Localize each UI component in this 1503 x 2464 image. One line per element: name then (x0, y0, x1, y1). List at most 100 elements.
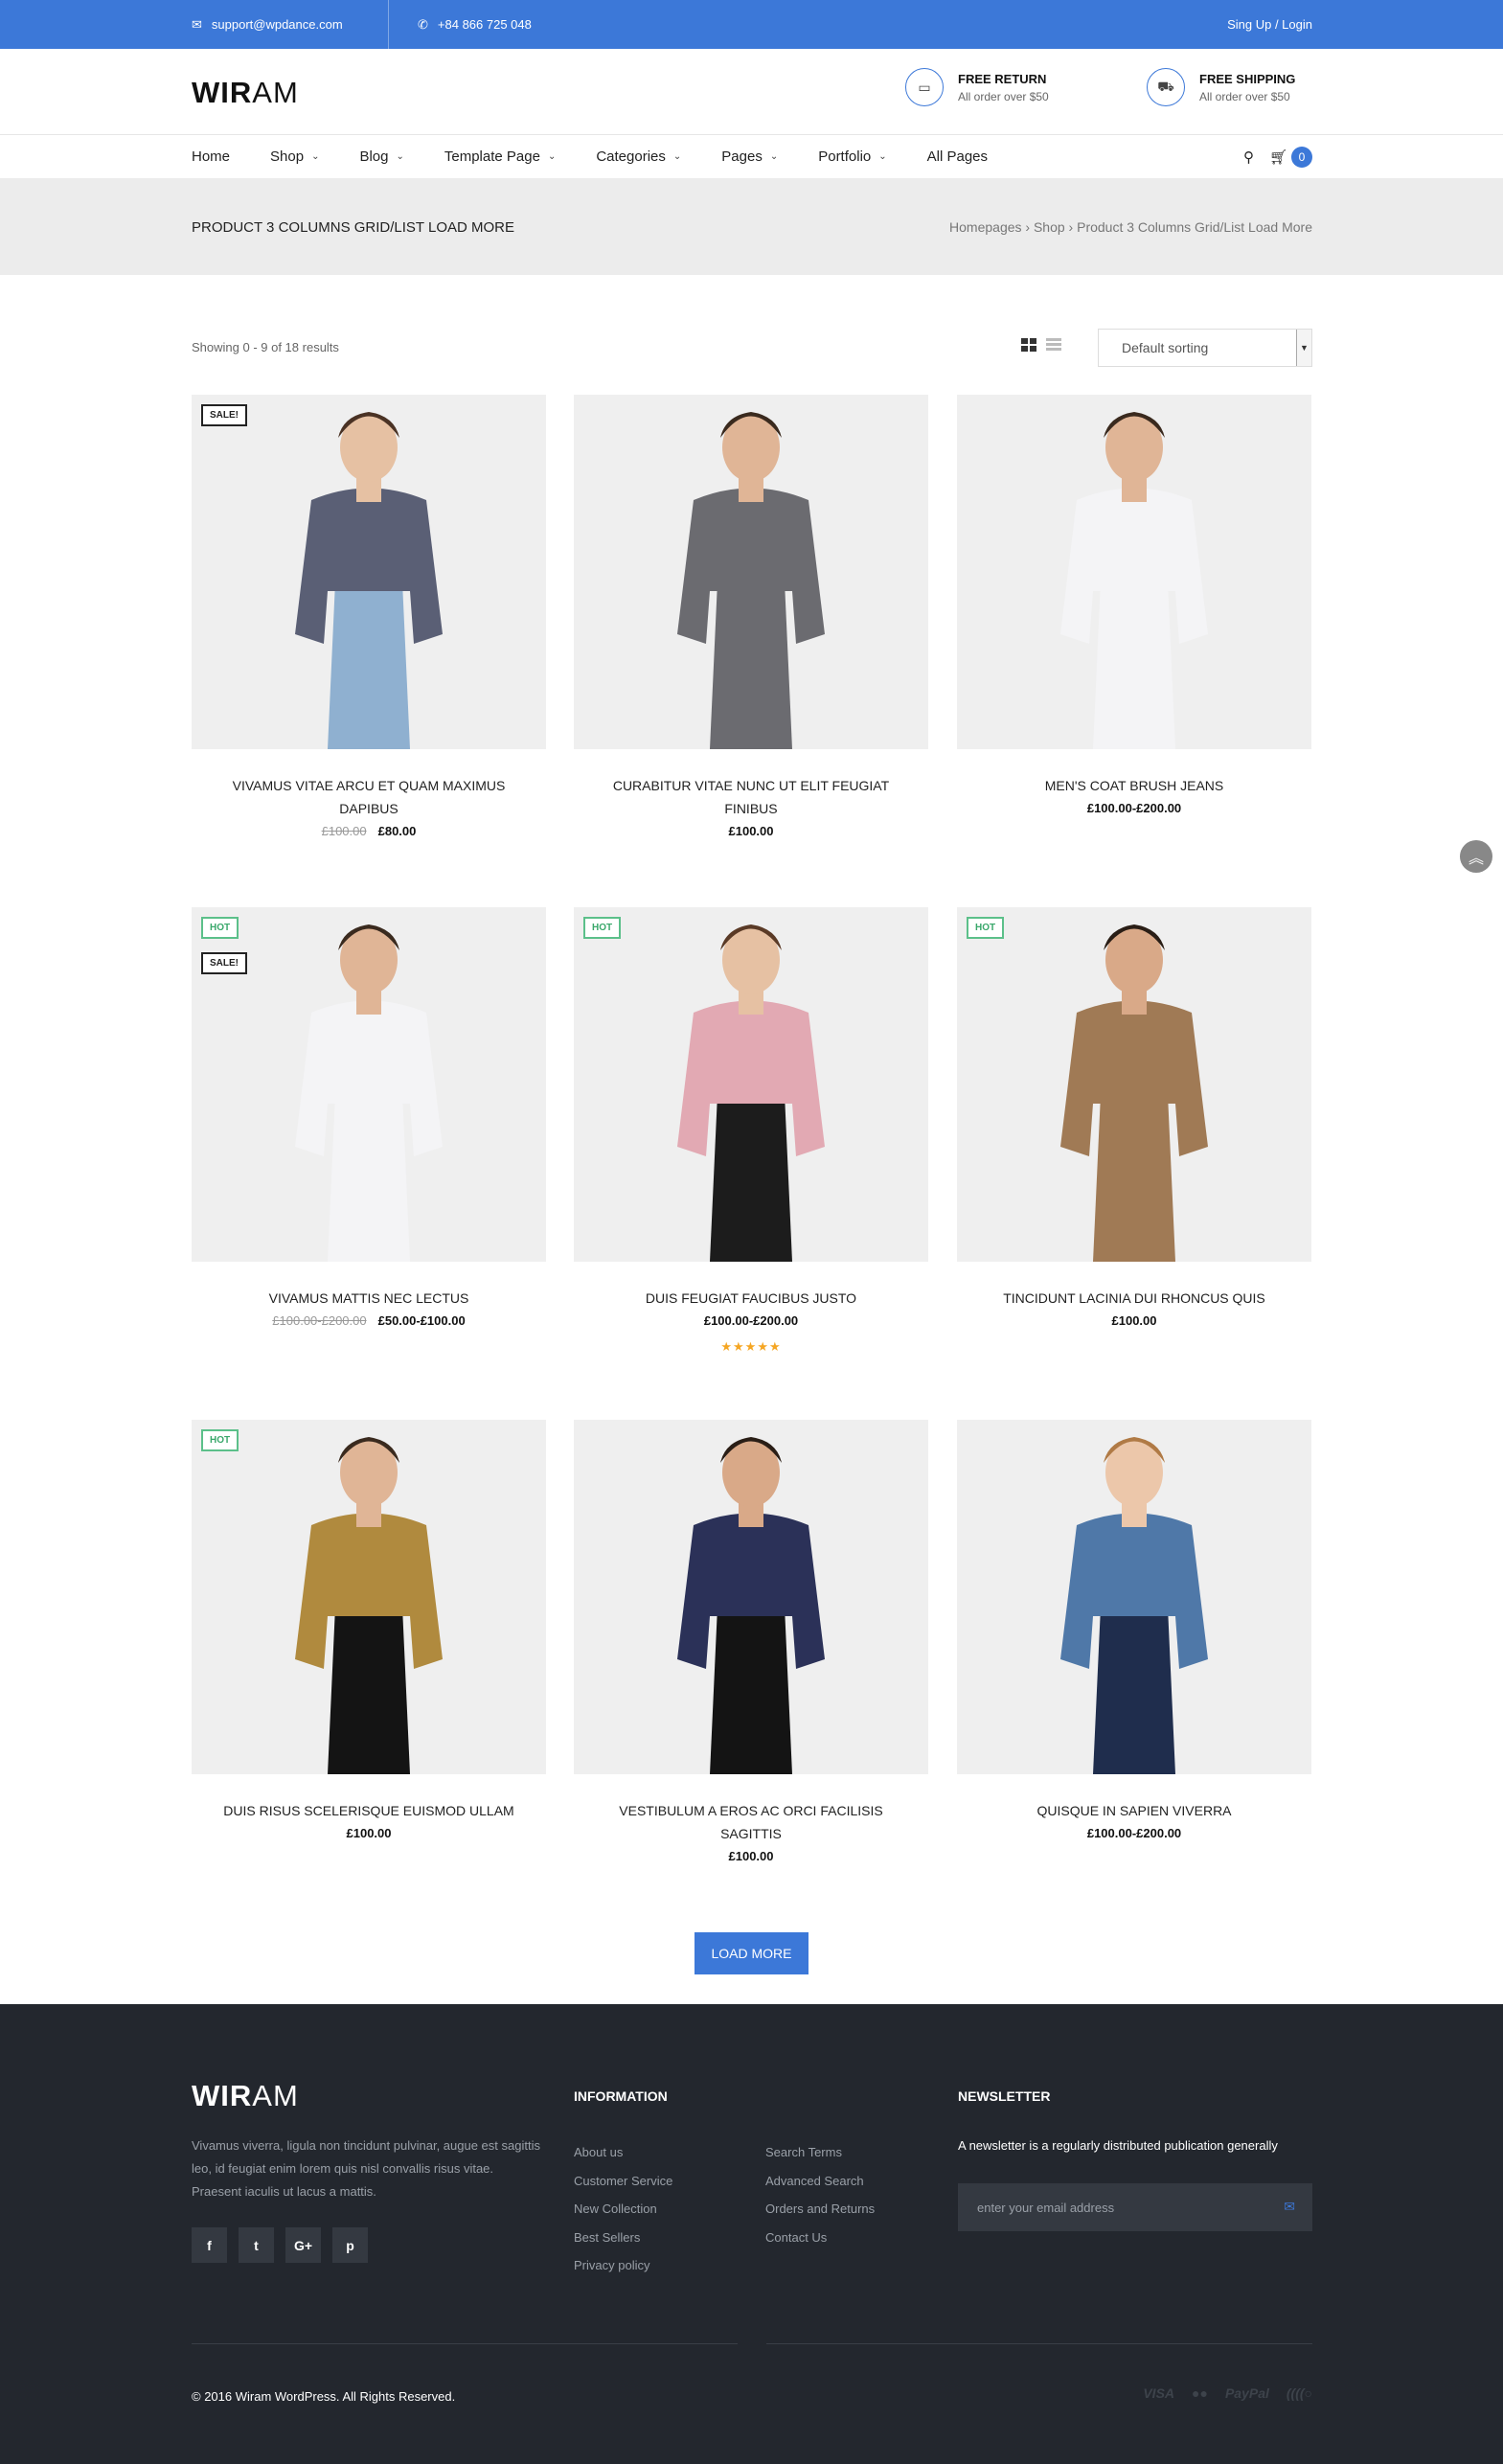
footer-link[interactable]: Customer Service (574, 2167, 672, 2196)
social-links: f t G+ p (192, 2227, 368, 2263)
main-navigation: Home Shop ⌄ Blog ⌄ Template Page ⌄ Categories ⌄ P… (0, 135, 1503, 178)
nav-item-home[interactable]: Home (192, 148, 230, 165)
nav-item-template-page[interactable]: Template Page ⌄ (444, 148, 556, 165)
visa-icon: VISA (1143, 2385, 1175, 2401)
product-image[interactable]: HOT SALE! (192, 907, 546, 1262)
truck-icon: ⛟ (1147, 68, 1185, 106)
envelope-icon[interactable]: ✉ (1284, 2199, 1295, 2215)
product-image[interactable]: HOT (192, 1420, 546, 1774)
footer-link[interactable]: Search Terms (765, 2138, 875, 2167)
current-price: £100.00-£200.00 (703, 1313, 799, 1328)
product-name[interactable]: QUISQUE IN SAPIEN VIVERRA (957, 1799, 1311, 1822)
chevron-down-icon: ⌄ (396, 151, 404, 162)
product-name[interactable]: DUIS FEUGIAT FAUCIBUS JUSTO (574, 1287, 928, 1310)
product-card[interactable]: HOT DUIS RISUS SCELERISQUE EUISMOD ULLAM… (192, 1420, 546, 1840)
contactless-icon: ((((○ (1286, 2385, 1312, 2401)
feature-title: FREE RETURN (958, 71, 1047, 86)
product-model-figure (957, 1420, 1311, 1774)
product-name[interactable]: TINCIDUNT LACINIA DUI RHONCUS QUIS (957, 1287, 1311, 1310)
feature-subtitle: All order over $50 (1199, 89, 1290, 103)
sale-badge: SALE! (201, 952, 247, 974)
product-name[interactable]: VESTIBULUM A EROS AC ORCI FACILISIS SAGI… (574, 1799, 928, 1845)
product-image[interactable]: HOT (574, 907, 928, 1262)
current-price: £100.00 (1111, 1313, 1157, 1328)
breadcrumb[interactable]: Homepages › Shop › Product 3 Columns Gri… (949, 219, 1312, 235)
product-card[interactable]: SALE! VIVAMUS VITAE ARCU ET QUAM MAXIMUS… (192, 395, 546, 838)
chevron-down-icon: ▼ (1296, 330, 1311, 366)
double-chevron-up-icon: ︽ (1468, 851, 1484, 867)
current-price: £100.00-£200.00 (1086, 801, 1182, 815)
footer-link[interactable]: Contact Us (765, 2224, 875, 2252)
product-name[interactable]: MEN'S COAT BRUSH JEANS (957, 774, 1311, 797)
feature-free-return: ▭ FREE RETURN All order over $50 (905, 68, 1049, 106)
product-price: £100.00-£200.00 £50.00-£100.00 (192, 1313, 546, 1328)
nav-item-portfolio[interactable]: Portfolio ⌄ (818, 148, 886, 165)
current-price: £50.00-£100.00 (377, 1313, 466, 1328)
product-card[interactable]: HOT TINCIDUNT LACINIA DUI RHONCUS QUIS £… (957, 907, 1311, 1328)
search-icon[interactable]: ⚲ (1243, 148, 1254, 166)
nav-item-shop[interactable]: Shop ⌄ (270, 148, 319, 165)
footer-link[interactable]: About us (574, 2138, 672, 2167)
footer-link[interactable]: Advanced Search (765, 2167, 875, 2196)
footer-link[interactable]: Orders and Returns (765, 2195, 875, 2224)
list-view-icon[interactable] (1046, 338, 1061, 352)
product-card[interactable]: QUISQUE IN SAPIEN VIVERRA £100.00-£200.0… (957, 1420, 1311, 1840)
footer-link[interactable]: New Collection (574, 2195, 672, 2224)
nav-item-pages[interactable]: Pages ⌄ (721, 148, 778, 165)
footer-divider (766, 2343, 1312, 2344)
footer-divider (192, 2343, 738, 2344)
product-card[interactable]: HOT SALE! VIVAMUS MATTIS NEC LECTUS £100.… (192, 907, 546, 1328)
product-card[interactable]: HOT DUIS FEUGIAT FAUCIBUS JUSTO £100.00-… (574, 907, 928, 1355)
product-image[interactable] (574, 1420, 928, 1774)
nav-item-all-pages[interactable]: All Pages (927, 148, 988, 165)
money-icon: ▭ (905, 68, 944, 106)
product-image[interactable]: HOT (957, 907, 1311, 1262)
facebook-icon[interactable]: f (192, 2227, 227, 2263)
nav-item-blog[interactable]: Blog ⌄ (359, 148, 403, 165)
product-name[interactable]: VIVAMUS VITAE ARCU ET QUAM MAXIMUS DAPIB… (192, 774, 546, 820)
support-phone: ✆ +84 866 725 048 (418, 16, 532, 33)
product-image[interactable] (574, 395, 928, 749)
product-model-figure (192, 395, 546, 749)
current-price: £100.00-£200.00 (1086, 1826, 1182, 1840)
site-footer: WIRAM Vivamus viverra, ligula non tincid… (0, 2004, 1503, 2464)
chevron-down-icon: ⌄ (311, 151, 320, 162)
grid-view-icon[interactable] (1021, 338, 1036, 352)
product-card[interactable]: CURABITUR VITAE NUNC UT ELIT FEUGIAT FIN… (574, 395, 928, 838)
footer-link[interactable]: Best Sellers (574, 2224, 672, 2252)
result-count: Showing 0 - 9 of 18 results (192, 340, 339, 354)
sort-select[interactable]: Default sorting ▼ (1098, 329, 1312, 367)
footer-link[interactable]: Privacy policy (574, 2251, 672, 2280)
product-card[interactable]: VESTIBULUM A EROS AC ORCI FACILISIS SAGI… (574, 1420, 928, 1863)
product-model-figure (192, 1420, 546, 1774)
product-image[interactable] (957, 1420, 1311, 1774)
product-name[interactable]: DUIS RISUS SCELERISQUE EUISMOD ULLAM (192, 1799, 546, 1822)
signup-login-link[interactable]: Sing Up / Login (1227, 0, 1312, 49)
newsletter-email-input[interactable]: enter your email address ✉ (958, 2183, 1312, 2231)
view-switcher (1021, 338, 1061, 352)
cart-button[interactable]: 🛒︎ 0 (1269, 146, 1312, 168)
newsletter-heading: NEWSLETTER (958, 2088, 1051, 2104)
mastercard-icon: ●● (1192, 2385, 1208, 2401)
site-logo[interactable]: WIRAM (192, 76, 299, 110)
product-model-figure (574, 395, 928, 749)
support-email[interactable]: ✉ support@wpdance.com (192, 0, 343, 49)
product-price: £100.00 £80.00 (192, 824, 546, 838)
product-card[interactable]: MEN'S COAT BRUSH JEANS £100.00-£200.00 (957, 395, 1311, 815)
product-image[interactable] (957, 395, 1311, 749)
payment-methods: VISA ●● PayPal ((((○ (1143, 2385, 1312, 2401)
twitter-icon[interactable]: t (239, 2227, 274, 2263)
product-image[interactable]: SALE! (192, 395, 546, 749)
load-more-button[interactable]: LOAD MORE (695, 1932, 808, 1974)
product-price: £100.00-£200.00 (574, 1313, 928, 1328)
footer-logo[interactable]: WIRAM (192, 2079, 299, 2113)
product-price: £100.00 (574, 1849, 928, 1863)
current-price: £100.00 (728, 824, 774, 838)
pinterest-icon[interactable]: p (332, 2227, 368, 2263)
product-name[interactable]: VIVAMUS MATTIS NEC LECTUS (192, 1287, 546, 1310)
nav-item-categories[interactable]: Categories ⌄ (596, 148, 681, 165)
product-model-figure (574, 1420, 928, 1774)
product-name[interactable]: CURABITUR VITAE NUNC UT ELIT FEUGIAT FIN… (574, 774, 928, 820)
scroll-to-top-button[interactable]: ︽ (1460, 840, 1492, 873)
google-plus-icon[interactable]: G+ (285, 2227, 321, 2263)
